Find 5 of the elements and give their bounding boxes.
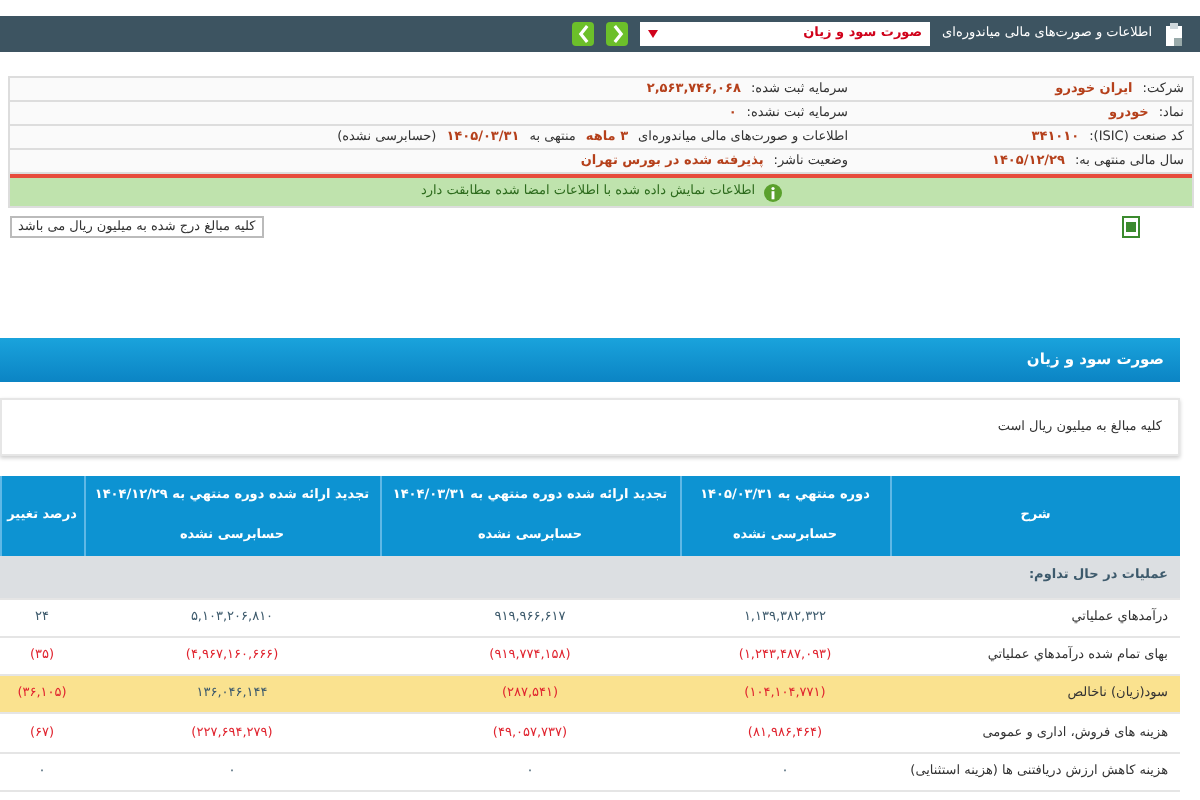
clipboard-icon [1164, 21, 1184, 47]
caret-icon [648, 30, 659, 38]
info-icon [763, 183, 782, 201]
previous-button[interactable] [572, 22, 595, 46]
next-button[interactable] [606, 22, 629, 46]
